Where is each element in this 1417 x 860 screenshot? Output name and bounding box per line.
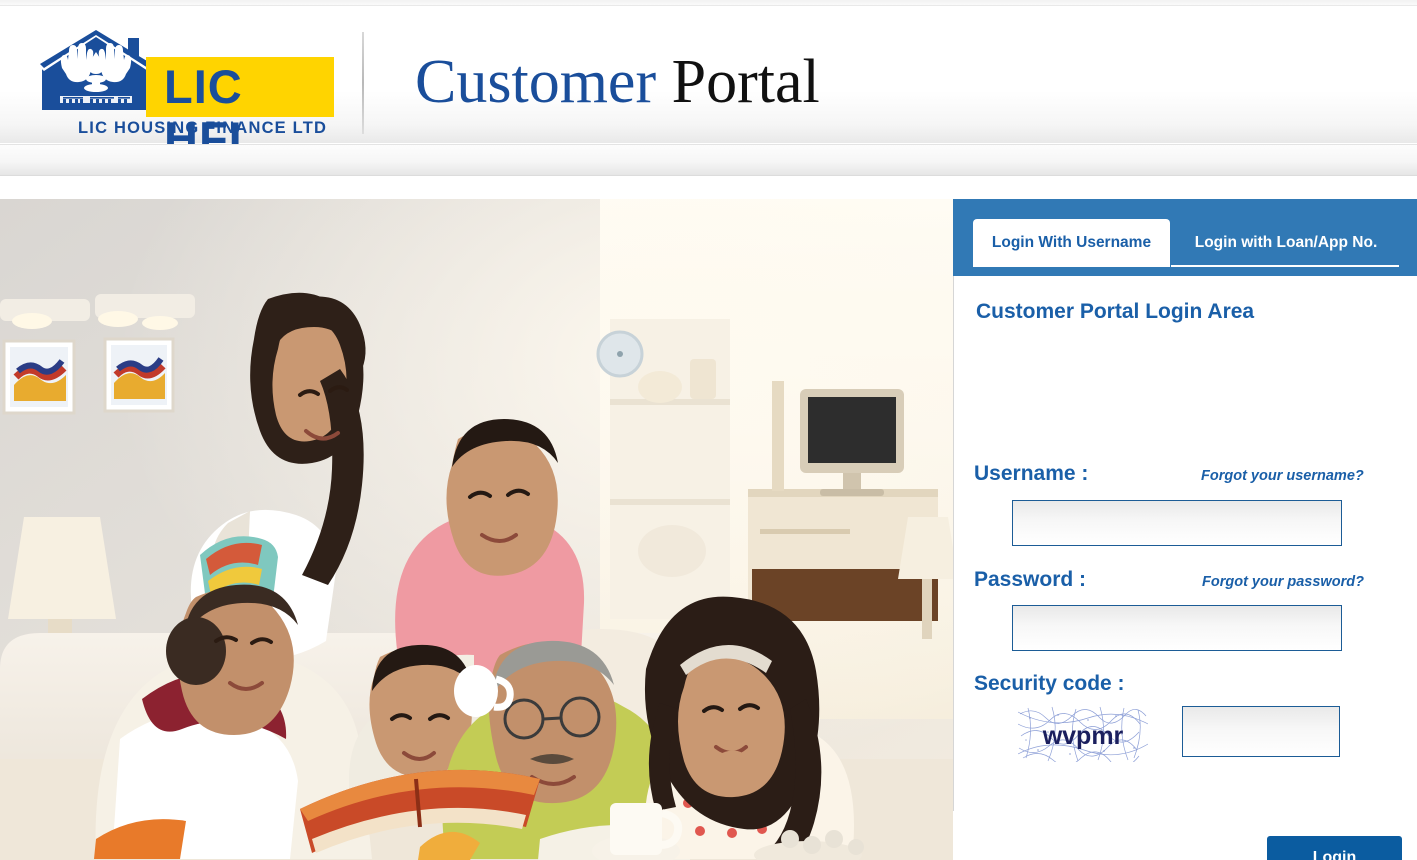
password-input[interactable] xyxy=(1012,605,1342,651)
logo-brand-badge: LIC HFL xyxy=(146,57,334,165)
logo-subtitle: LIC HOUSING FINANCE LTD xyxy=(78,119,328,137)
username-input[interactable] xyxy=(1012,500,1342,546)
hero-family-photo xyxy=(0,199,953,860)
captcha-image[interactable]: wvpmr xyxy=(1018,706,1148,762)
page-title-secondary: Portal xyxy=(671,48,820,116)
tab-login-with-loan-app-no[interactable]: Login with Loan/App No. xyxy=(1175,219,1397,267)
security-code-input[interactable] xyxy=(1182,706,1340,757)
login-form-heading: Customer Portal Login Area xyxy=(976,300,1255,323)
tab-login-with-username[interactable]: Login With Username xyxy=(973,219,1170,267)
lic-hfl-logo[interactable]: LIC HFL LIC HOUSING FINANCE LTD xyxy=(34,24,334,165)
house-hands-lamp-logo-icon xyxy=(34,24,158,116)
page-title-primary: Customer xyxy=(415,48,657,116)
captcha-text: wvpmr xyxy=(1042,722,1124,750)
username-label: Username : xyxy=(974,462,1089,485)
forgot-password-link[interactable]: Forgot your password? xyxy=(1202,574,1364,590)
login-tabbar: Login With Username Login with Loan/App … xyxy=(953,199,1417,276)
security-code-label: Security code : xyxy=(974,672,1125,695)
page-title: Customer Portal xyxy=(415,46,820,118)
header-divider xyxy=(362,32,364,134)
main-navbar[interactable] xyxy=(0,144,1417,176)
password-label: Password : xyxy=(974,568,1087,591)
login-form: Customer Portal Login Area Username : Fo… xyxy=(953,276,1417,860)
tab-underline xyxy=(1171,265,1399,267)
forgot-username-link[interactable]: Forgot your username? xyxy=(1201,468,1364,484)
login-button[interactable]: Login xyxy=(1267,836,1402,860)
page-root: LIC HFL LIC HOUSING FINANCE LTD Customer… xyxy=(0,0,1417,860)
site-header: LIC HFL LIC HOUSING FINANCE LTD Customer… xyxy=(0,6,1417,165)
login-panel: Login With Username Login with Loan/App … xyxy=(953,199,1417,860)
